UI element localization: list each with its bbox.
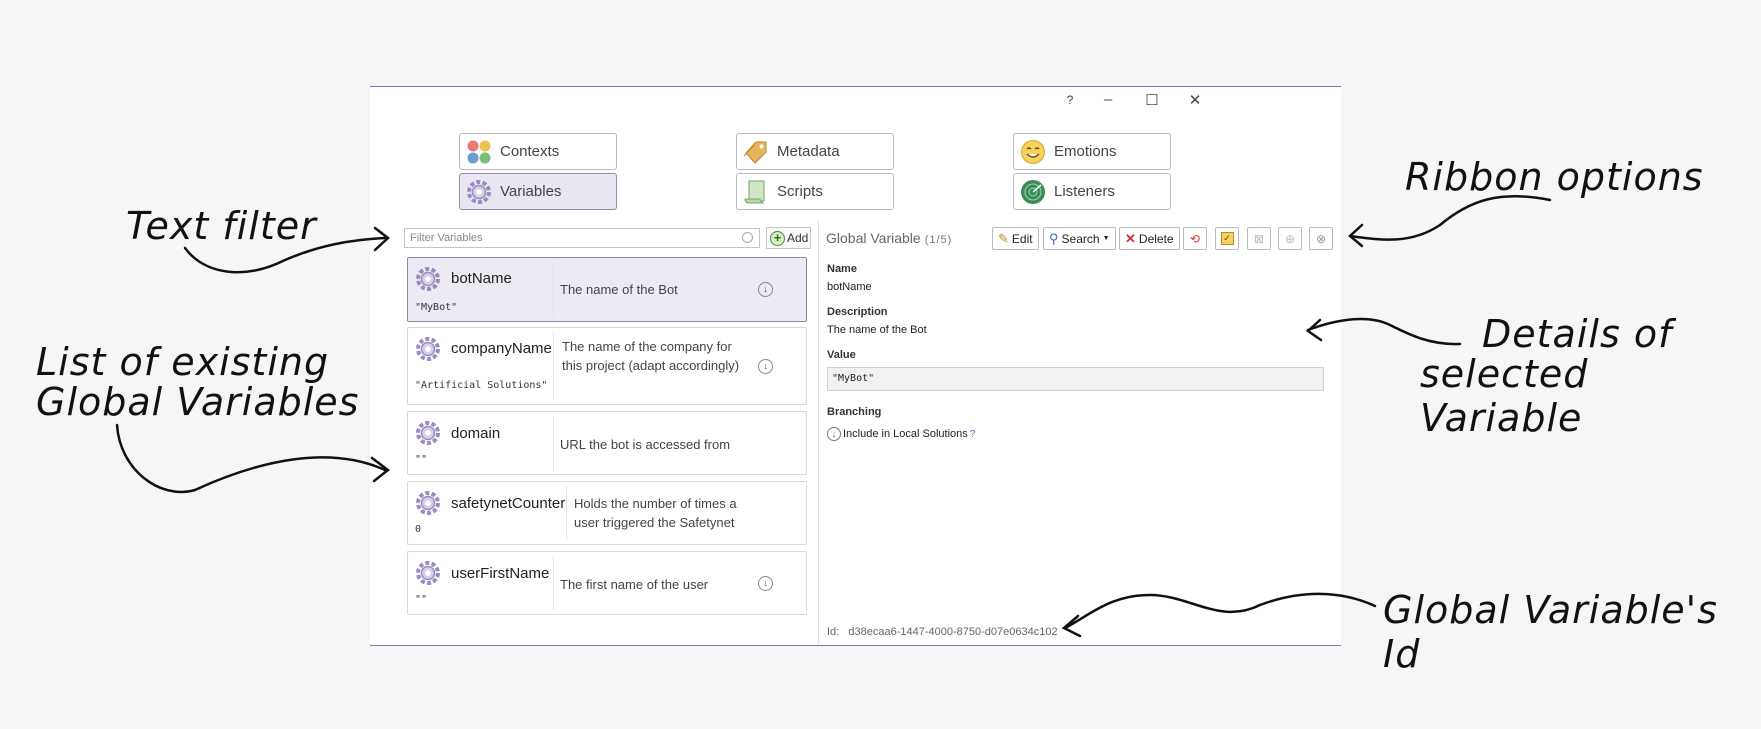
annotation-id: Global Variable's Id (1383, 588, 1718, 676)
arrow-id (1063, 592, 1377, 630)
arrowhead-id (1061, 614, 1082, 638)
annotation-list-line1: List of existing (36, 340, 330, 384)
annotation-ribbon: Ribbon options (1405, 155, 1704, 199)
arrow-ribbon (1348, 194, 1552, 241)
annotation-text-filter: Text filter (126, 204, 317, 248)
arrowhead-list (370, 456, 391, 483)
arrowhead-details (1306, 318, 1323, 342)
annotation-details-line1: Details of (1482, 312, 1673, 356)
arrow-details (1306, 317, 1462, 346)
arrow-list (115, 423, 387, 494)
background-canvas: ? – ☐ ✕ Contexts Variables Metadata Scri… (0, 0, 1761, 729)
annotation-details-line2: selected Variable (1420, 352, 1589, 440)
arrowhead-ribbon (1348, 223, 1364, 248)
annotation-list-line2: Global Variables (36, 380, 360, 424)
